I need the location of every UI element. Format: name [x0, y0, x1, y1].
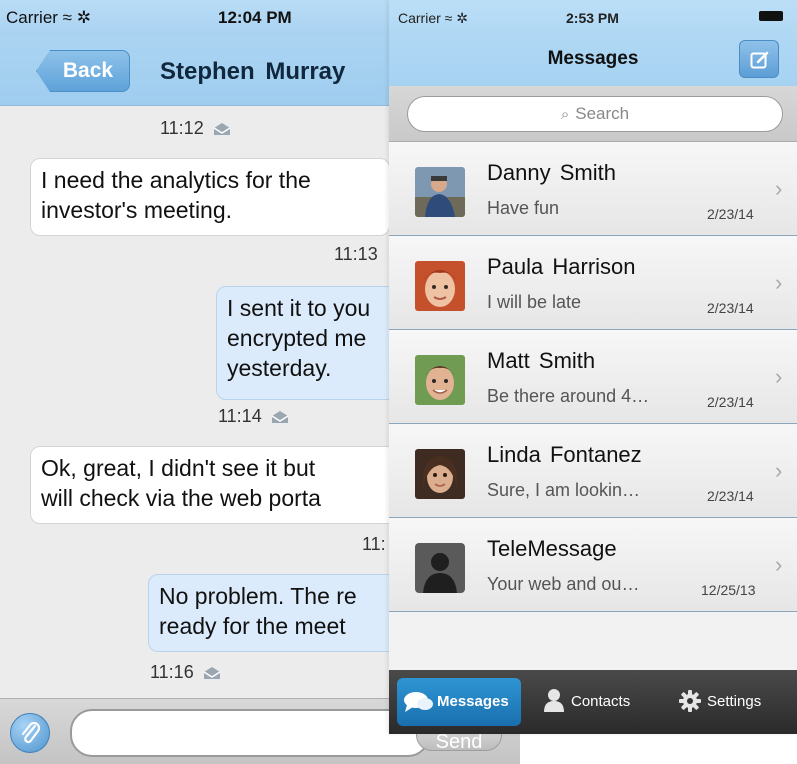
list-status-bar: Carrier ≈ ✲ 2:53 PM — [389, 0, 797, 34]
search-placeholder: Search — [575, 104, 630, 123]
status-time: 12:04 PM — [218, 8, 292, 27]
message-line: I sent it to you — [227, 295, 371, 321]
person-silhouette-icon — [415, 543, 465, 593]
carrier-label: Carrier ≈ ✲ — [398, 10, 468, 26]
chevron-right-icon: › — [775, 552, 783, 577]
message-preview: Be there around 4… — [487, 386, 650, 406]
message-preview: Sure, I am lookin… — [487, 480, 641, 500]
battery-icon — [759, 11, 783, 21]
timestamp-text: 11: — [362, 534, 386, 554]
chevron-right-icon: › — [775, 458, 783, 483]
incoming-message-bubble[interactable]: I need the analytics for the investor's … — [30, 158, 390, 236]
contact-name: TeleMessage — [487, 536, 617, 561]
envelope-open-icon — [271, 411, 289, 423]
tab-settings[interactable]: Settings — [675, 678, 785, 726]
message-line: I need the analytics for the — [41, 167, 311, 193]
chevron-right-icon: › — [775, 270, 783, 295]
back-button[interactable]: Back — [36, 50, 130, 92]
message-line: investor's meeting. — [41, 197, 233, 223]
tab-label: Messages — [437, 693, 509, 710]
conversation-row[interactable]: Matt Smith Be there around 4… 2/23/14 › — [389, 330, 797, 424]
outgoing-message-bubble[interactable]: No problem. The re ready for the meet — [148, 574, 406, 652]
message-preview: Your web and ou… — [487, 574, 640, 594]
timestamp-text: 11:12 — [160, 118, 204, 138]
list-nav-bar: Messages — [389, 34, 797, 86]
message-line: encrypted me — [227, 325, 367, 351]
message-line: will check via the web porta — [41, 485, 321, 511]
carrier-label: Carrier ≈ ✲ — [6, 8, 91, 27]
timestamp-text: 11:13 — [334, 244, 378, 264]
messages-list-screen: Carrier ≈ ✲ 2:53 PM Messages ⌕ Search Dan — [389, 0, 797, 734]
message-line: ready for the meet — [159, 613, 346, 639]
gear-icon — [679, 690, 701, 712]
outgoing-message-bubble[interactable]: I sent it to you encrypted me yesterday. — [216, 286, 406, 400]
message-timestamp: 11:12 — [160, 118, 231, 139]
envelope-open-icon — [203, 667, 221, 679]
page-title: Messages — [547, 48, 639, 69]
paperclip-icon — [21, 721, 41, 744]
contact-name: Paula Harrison — [487, 254, 636, 279]
timestamp-text: 11:16 — [150, 662, 194, 682]
avatar — [415, 449, 465, 499]
message-date: 12/25/13 — [701, 582, 756, 598]
chevron-right-icon: › — [775, 364, 783, 389]
timestamp-text: 11:14 — [218, 406, 262, 426]
tab-label: Contacts — [571, 693, 631, 710]
search-icon: ⌕ — [560, 106, 570, 123]
tab-messages[interactable]: Messages — [397, 678, 521, 726]
contact-name: Danny Smith — [487, 160, 616, 185]
incoming-message-bubble[interactable]: Ok, great, I didn't see it but will chec… — [30, 446, 400, 524]
avatar — [415, 355, 465, 405]
message-date: 2/23/14 — [707, 206, 754, 222]
message-line: No problem. The re — [159, 583, 357, 609]
chevron-right-icon: › — [775, 176, 783, 201]
message-preview: I will be late — [487, 292, 582, 312]
screenshot-stage: Carrier ≈ ✲ 12:04 PM Back Stephen Murray… — [0, 0, 797, 764]
chat-contact-title: Stephen Murray — [160, 58, 346, 85]
conversation-row[interactable]: Paula Harrison I will be late 2/23/14 › — [389, 236, 797, 330]
conversation-row[interactable]: TeleMessage Your web and ou… 12/25/13 › — [389, 518, 797, 612]
avatar — [415, 167, 465, 217]
message-timestamp: 11:14 — [218, 406, 289, 427]
tab-bar: Messages Contacts Settings — [389, 670, 797, 734]
compose-icon — [750, 51, 769, 69]
person-icon — [544, 689, 564, 712]
message-line: yesterday. — [227, 355, 332, 381]
search-input[interactable]: ⌕ Search — [407, 96, 783, 132]
contact-name: Matt Smith — [487, 348, 596, 373]
message-date: 2/23/14 — [707, 300, 754, 316]
message-timestamp: 11:16 — [150, 662, 221, 683]
search-bar: ⌕ Search — [389, 86, 797, 142]
conversation-row[interactable]: Danny Smith Have fun 2/23/14 › — [389, 142, 797, 236]
compose-button[interactable] — [739, 40, 779, 78]
attach-button[interactable] — [10, 713, 50, 753]
tab-label: Settings — [707, 693, 762, 710]
message-preview: Have fun — [487, 198, 560, 218]
avatar — [415, 261, 465, 311]
status-time: 2:53 PM — [566, 10, 619, 26]
tab-contacts[interactable]: Contacts — [539, 678, 649, 726]
message-timestamp: 11: — [362, 534, 386, 555]
message-timestamp: 11:13 — [334, 244, 378, 265]
speech-bubbles-icon — [404, 692, 433, 712]
message-input[interactable] — [70, 709, 430, 757]
contact-name: Linda Fontanez — [487, 442, 642, 467]
message-line: Ok, great, I didn't see it but — [41, 455, 316, 481]
envelope-open-icon — [213, 123, 231, 135]
message-date: 2/23/14 — [707, 488, 754, 504]
conversation-row[interactable]: Linda Fontanez Sure, I am lookin… 2/23/1… — [389, 424, 797, 518]
avatar — [415, 543, 465, 593]
message-date: 2/23/14 — [707, 394, 754, 410]
